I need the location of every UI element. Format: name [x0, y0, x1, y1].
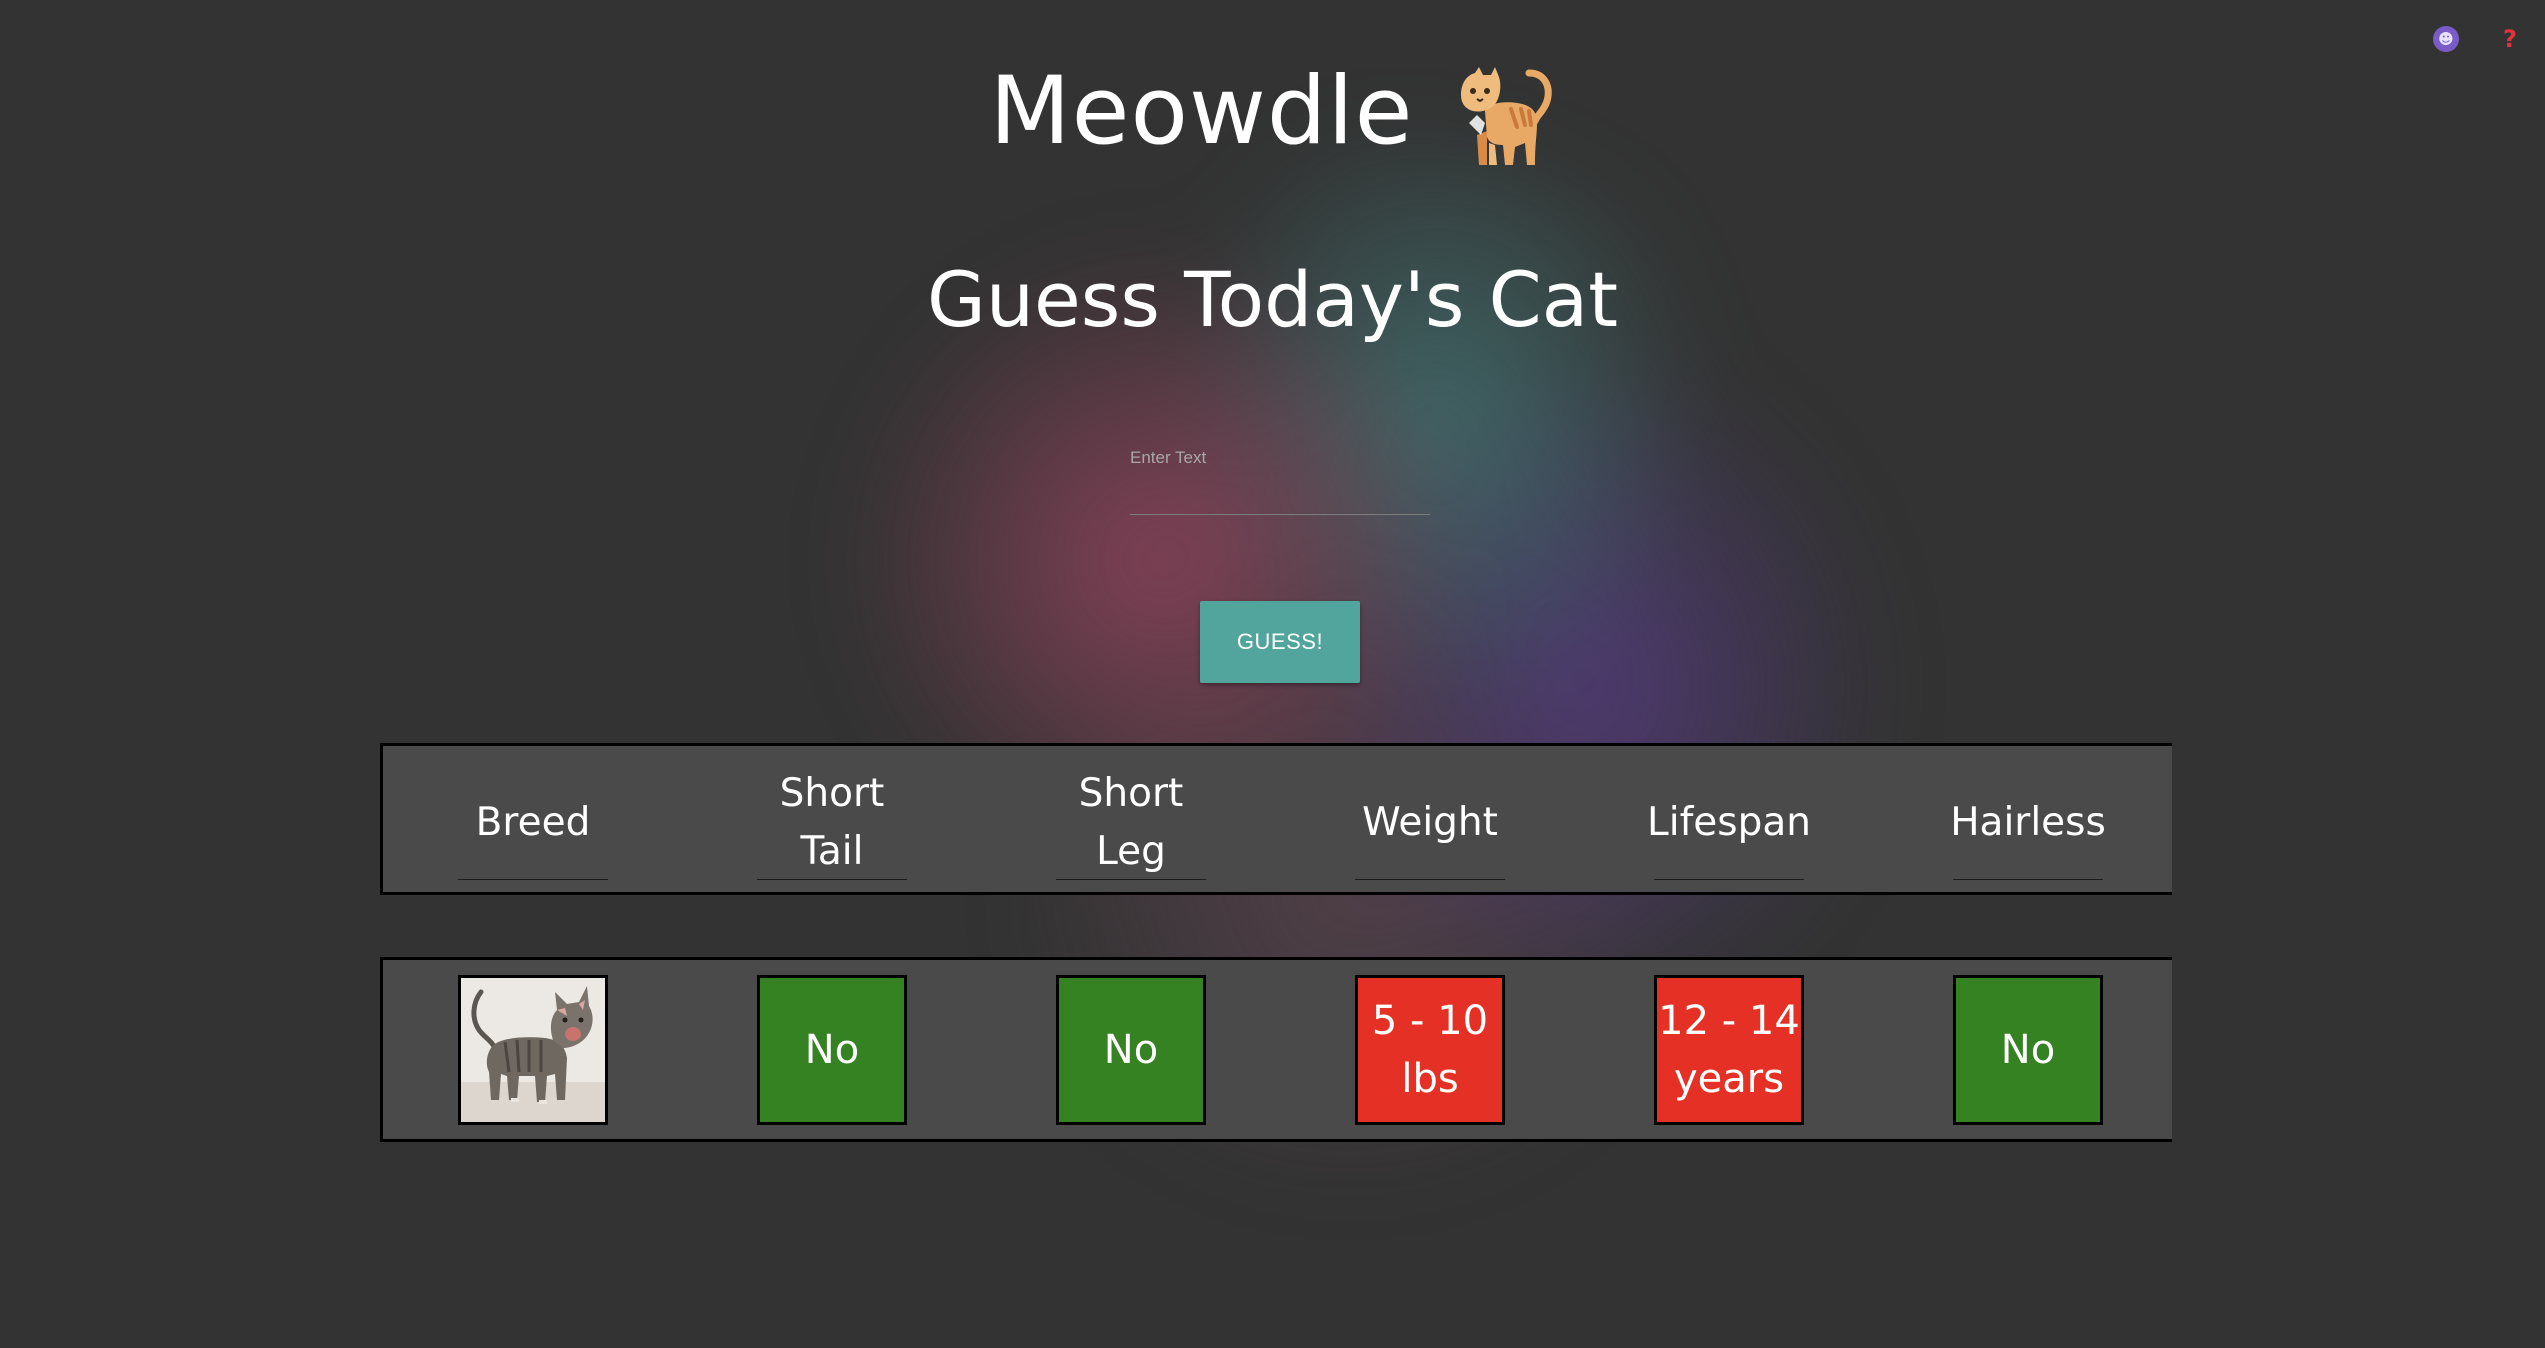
help-icon[interactable]: ? — [2497, 25, 2523, 53]
column-header-label: Lifespan — [1647, 799, 1811, 845]
guess-input[interactable] — [1130, 448, 1430, 468]
top-toolbar: ☻ ? — [2433, 25, 2545, 53]
column-header-label: Weight — [1362, 799, 1498, 845]
tile-value: No — [804, 1027, 860, 1073]
column-header-label: Leg — [1096, 828, 1166, 874]
column-header-label: Tail — [800, 828, 864, 874]
tile-value-unit: lbs — [1401, 1056, 1459, 1102]
column-header-short-leg: Short Leg — [1056, 766, 1206, 880]
tile-value: No — [2000, 1027, 2056, 1073]
guess-row: No No 5 - 10 lbs 12 - 14 years No — [380, 957, 2172, 1142]
short-tail-tile: No — [757, 975, 907, 1125]
column-header-label: Short — [1078, 770, 1184, 816]
cat-icon — [1461, 67, 1553, 165]
cat-photo — [461, 978, 605, 1122]
column-header-hairless: Hairless — [1950, 766, 2106, 880]
tile-value: 12 - 14 — [1658, 998, 1800, 1044]
guess-input-wrapper — [1130, 446, 1430, 515]
tile-value-unit: years — [1673, 1056, 1785, 1102]
game-page: ☻ ? Meowdle Guess Today's Cat GUESS! Bre… — [0, 0, 2545, 1348]
column-header-row: Breed Short Tail Short Leg Weight Lifesp… — [380, 743, 2172, 895]
lifespan-tile: 12 - 14 years — [1654, 975, 1804, 1125]
column-header-weight: Weight — [1355, 766, 1505, 880]
app-title: Meowdle — [989, 57, 1414, 166]
short-leg-tile: No — [1056, 975, 1206, 1125]
column-header-lifespan: Lifespan — [1647, 766, 1811, 880]
column-header-label: Short — [779, 770, 885, 816]
header: Meowdle — [0, 52, 2545, 172]
stats-icon[interactable]: ☻ — [2433, 26, 2459, 52]
guess-button[interactable]: GUESS! — [1200, 601, 1360, 683]
weight-tile: 5 - 10 lbs — [1355, 975, 1505, 1125]
tile-value: 5 - 10 — [1371, 998, 1489, 1044]
column-header-label: Breed — [475, 799, 591, 845]
column-header-short-tail: Short Tail — [757, 766, 907, 880]
column-header-label: Hairless — [1950, 799, 2106, 845]
page-subtitle: Guess Today's Cat — [926, 255, 1619, 344]
hairless-tile: No — [1953, 975, 2103, 1125]
column-header-breed: Breed — [458, 766, 608, 880]
tile-value: No — [1103, 1027, 1159, 1073]
breed-image-tile — [458, 975, 608, 1125]
